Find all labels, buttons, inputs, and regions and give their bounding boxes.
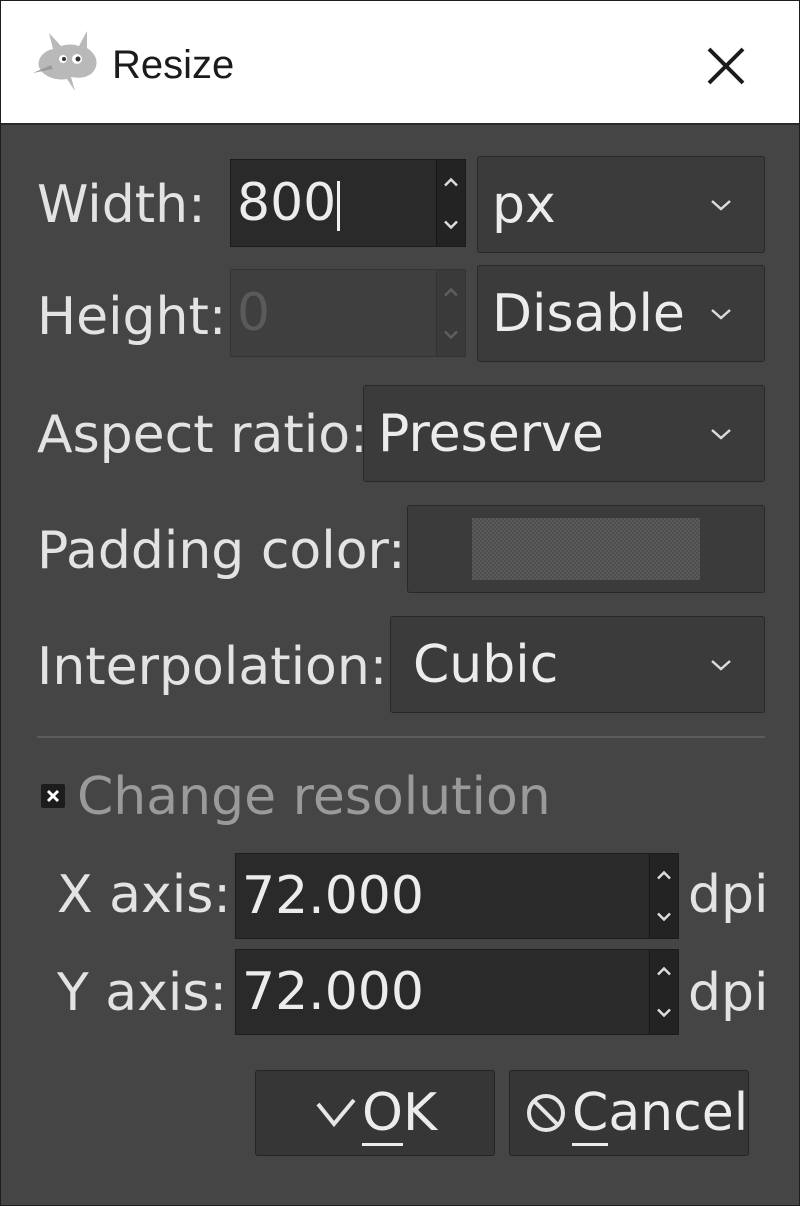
cancel-label: ancel bbox=[608, 1083, 749, 1143]
ok-mnemonic: O bbox=[362, 1083, 403, 1146]
width-input[interactable]: 800 bbox=[237, 173, 336, 233]
x-axis-unit: dpi bbox=[688, 865, 769, 925]
chevron-down-icon bbox=[711, 659, 731, 671]
ok-button[interactable]: OK bbox=[255, 1070, 495, 1156]
chevron-up-icon bbox=[657, 870, 671, 880]
title-bar[interactable]: Resize bbox=[1, 1, 799, 125]
chevron-up-icon bbox=[657, 966, 671, 976]
y-axis-label: Y axis: bbox=[57, 963, 227, 1023]
y-axis-increment-button[interactable] bbox=[650, 950, 678, 992]
chevron-down-icon bbox=[711, 308, 731, 320]
chevron-down-icon bbox=[657, 1008, 671, 1018]
width-decrement-button[interactable] bbox=[437, 203, 465, 246]
change-resolution-checkbox[interactable] bbox=[41, 784, 65, 808]
width-label: Width: bbox=[37, 175, 206, 235]
width-spinbox[interactable]: 800 bbox=[230, 159, 466, 247]
chevron-down-icon bbox=[711, 199, 731, 211]
width-unit-dropdown[interactable]: px bbox=[477, 156, 765, 253]
height-mode-dropdown[interactable]: Disable bbox=[477, 265, 765, 362]
aspect-ratio-label: Aspect ratio: bbox=[37, 405, 368, 465]
height-mode-value: Disable bbox=[492, 283, 685, 344]
ok-label: K bbox=[402, 1083, 438, 1143]
chevron-up-icon bbox=[444, 287, 458, 296]
y-axis-spinbox[interactable]: 72.000 bbox=[235, 949, 679, 1035]
height-increment-button bbox=[437, 270, 465, 313]
chevron-down-icon bbox=[711, 428, 731, 440]
aspect-ratio-dropdown[interactable]: Preserve bbox=[363, 385, 765, 482]
section-separator bbox=[37, 736, 765, 738]
y-axis-input[interactable]: 72.000 bbox=[242, 962, 424, 1022]
chevron-up-icon bbox=[444, 177, 458, 186]
cancel-button[interactable]: Cancel bbox=[509, 1070, 749, 1156]
interpolation-value: Cubic bbox=[413, 634, 559, 695]
wilber-icon bbox=[33, 31, 97, 91]
interpolation-label: Interpolation: bbox=[37, 637, 388, 697]
x-axis-label: X axis: bbox=[57, 865, 231, 925]
checkmark-x-icon bbox=[46, 789, 60, 803]
x-axis-spinbox[interactable]: 72.000 bbox=[235, 853, 679, 939]
dialog-title: Resize bbox=[112, 43, 235, 87]
aspect-ratio-value: Preserve bbox=[378, 403, 604, 464]
padding-color-swatch bbox=[472, 518, 700, 580]
chevron-down-icon bbox=[444, 330, 458, 339]
chevron-down-icon bbox=[657, 912, 671, 922]
height-decrement-button bbox=[437, 313, 465, 356]
height-spinbox: 0 bbox=[230, 269, 466, 357]
y-axis-decrement-button[interactable] bbox=[650, 992, 678, 1034]
resize-dialog: Resize Width: 800 px Height: 0 Disable A… bbox=[0, 0, 800, 1206]
chevron-down-icon bbox=[444, 220, 458, 229]
change-resolution-label[interactable]: Change resolution bbox=[77, 767, 551, 827]
y-axis-unit: dpi bbox=[688, 963, 769, 1023]
width-unit-value: px bbox=[492, 174, 556, 235]
interpolation-dropdown[interactable]: Cubic bbox=[390, 616, 765, 713]
height-input: 0 bbox=[237, 283, 271, 343]
height-label: Height: bbox=[37, 287, 227, 347]
close-icon[interactable] bbox=[697, 37, 755, 95]
text-cursor bbox=[337, 181, 341, 231]
width-increment-button[interactable] bbox=[437, 160, 465, 203]
checkmark-icon bbox=[316, 1098, 356, 1128]
padding-color-label: Padding color: bbox=[37, 521, 406, 581]
cancel-mnemonic: C bbox=[572, 1083, 609, 1146]
cancel-icon bbox=[527, 1094, 565, 1132]
x-axis-increment-button[interactable] bbox=[650, 854, 678, 896]
x-axis-input[interactable]: 72.000 bbox=[242, 866, 424, 926]
x-axis-decrement-button[interactable] bbox=[650, 896, 678, 938]
padding-color-button[interactable] bbox=[407, 505, 765, 593]
